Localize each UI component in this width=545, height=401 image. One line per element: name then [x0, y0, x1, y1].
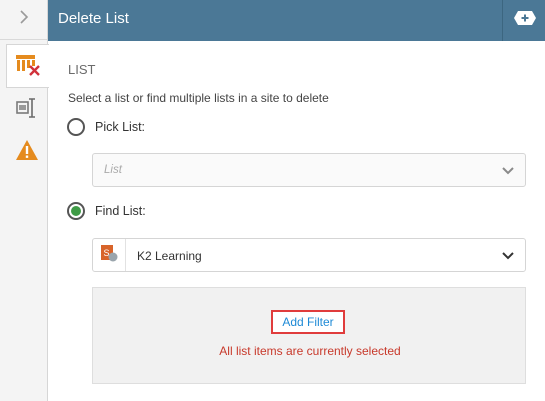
header-bar: Delete List — [48, 0, 545, 41]
pick-list-placeholder: List — [104, 164, 122, 176]
filter-status-text: All list items are currently selected — [219, 344, 401, 358]
sharepoint-site-icon: S — [100, 244, 118, 267]
left-rail — [0, 0, 49, 401]
add-filter-link[interactable]: Add Filter — [271, 310, 345, 334]
section-description: Select a list or find multiple lists in … — [68, 91, 329, 105]
site-value: K2 Learning — [137, 249, 202, 263]
tab-properties[interactable] — [6, 88, 48, 132]
pick-list-dropdown[interactable]: List — [92, 153, 526, 187]
add-step-button[interactable] — [504, 0, 545, 41]
delete-list-icon — [15, 52, 41, 81]
site-dropdown[interactable]: S K2 Learning — [92, 238, 526, 272]
add-step-icon — [513, 10, 537, 31]
properties-icon — [15, 97, 39, 124]
find-list-option[interactable]: Find List: — [67, 202, 146, 220]
header-divider — [502, 0, 503, 41]
find-list-radio[interactable] — [67, 202, 85, 220]
chevron-down-icon — [501, 249, 515, 261]
pick-list-option[interactable]: Pick List: — [67, 118, 145, 136]
filter-panel: Add Filter All list items are currently … — [92, 287, 526, 384]
chevron-down-icon — [501, 164, 515, 176]
warning-icon — [15, 139, 39, 166]
delete-list-wizard: Delete List LIST Select a list or find m… — [0, 0, 545, 401]
find-list-label: Find List: — [95, 204, 146, 218]
radio-selected-dot — [71, 206, 81, 216]
pick-list-label: Pick List: — [95, 120, 146, 134]
tab-warnings[interactable] — [6, 130, 48, 174]
site-icon-box: S — [93, 239, 126, 271]
tab-delete-list[interactable] — [6, 44, 49, 88]
chevron-right-icon — [19, 10, 29, 29]
page-title: Delete List — [58, 10, 129, 27]
pick-list-radio[interactable] — [67, 118, 85, 136]
section-title: LIST — [68, 62, 96, 77]
collapse-rail-button[interactable] — [0, 0, 47, 40]
